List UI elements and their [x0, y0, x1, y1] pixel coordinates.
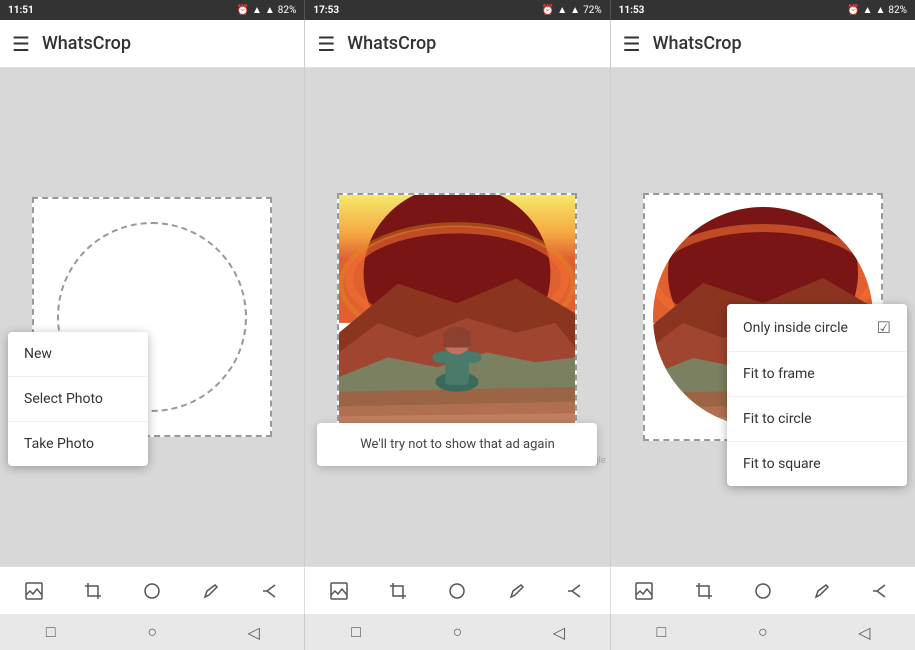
battery-3: 82% — [888, 5, 907, 16]
status-bar-2: 17:53 ⏰ ▲ ▲ 72% — [305, 0, 610, 20]
option-fit-to-circle[interactable]: Fit to circle — [727, 397, 907, 442]
signal-icon-2: ▲ — [557, 5, 567, 16]
tool-circle-3[interactable] — [748, 576, 778, 606]
option-label-2: Fit to frame — [743, 366, 815, 382]
bottom-nav-section-2: □ ○ ◁ — [305, 614, 610, 650]
tool-image-1[interactable] — [19, 576, 49, 606]
ad-notice[interactable]: We'll try not to show that ad again — [317, 423, 597, 466]
menu-icon-3[interactable]: ☰ — [623, 32, 641, 56]
time-1: 11:51 — [8, 5, 34, 16]
nav-square-1[interactable]: □ — [39, 620, 63, 644]
time-3: 11:53 — [619, 5, 645, 16]
ad-notice-text: We'll try not to show that ad again — [360, 437, 555, 452]
bottom-toolbar-section-2 — [305, 567, 610, 614]
menu-item-take-photo[interactable]: Take Photo — [8, 422, 148, 466]
toolbar-1: ☰ WhatsCrop — [0, 20, 304, 68]
icons-1: ⏰ ▲ ▲ 82% — [236, 5, 296, 16]
option-fit-to-frame[interactable]: Fit to frame — [727, 352, 907, 397]
panels-wrapper: ☰ WhatsCrop New Select Photo Take Photo — [0, 20, 915, 566]
panel-3: ☰ WhatsCrop — [611, 20, 915, 566]
option-label-4: Fit to square — [743, 456, 821, 472]
alarm-icon-3: ⏰ — [847, 5, 859, 16]
app-title-3: WhatsCrop — [653, 33, 742, 54]
status-bars: 11:51 ⏰ ▲ ▲ 82% 17:53 ⏰ ▲ ▲ 72% 11:53 ⏰ … — [0, 0, 915, 20]
nav-square-2[interactable]: □ — [344, 620, 368, 644]
nav-square-3[interactable]: □ — [649, 620, 673, 644]
option-label-3: Fit to circle — [743, 411, 812, 427]
tool-pen-3[interactable] — [807, 576, 837, 606]
nav-back-1[interactable]: ◁ — [242, 620, 266, 644]
nav-back-3[interactable]: ◁ — [852, 620, 876, 644]
time-2: 17:53 — [313, 5, 339, 16]
alarm-icon-1: ⏰ — [236, 5, 248, 16]
nav-circle-3[interactable]: ○ — [751, 620, 775, 644]
alarm-icon-2: ⏰ — [542, 5, 554, 16]
signal-icon-3: ▲ — [863, 5, 873, 16]
tool-pen-2[interactable] — [502, 576, 532, 606]
tool-crop-2[interactable] — [383, 576, 413, 606]
menu-item-new[interactable]: New — [8, 332, 148, 377]
tool-circle-1[interactable] — [137, 576, 167, 606]
toolbar-2: ☰ WhatsCrop — [305, 20, 609, 68]
panel-1: ☰ WhatsCrop New Select Photo Take Photo — [0, 20, 305, 566]
options-menu: Only inside circle ☑ Fit to frame Fit to… — [727, 304, 907, 486]
battery-1: 82% — [278, 5, 297, 16]
option-fit-to-square[interactable]: Fit to square — [727, 442, 907, 486]
bottom-nav-section-3: □ ○ ◁ — [611, 614, 915, 650]
check-icon-1: ☑ — [877, 318, 891, 337]
option-label-1: Only inside circle — [743, 320, 848, 336]
landscape-image-2 — [339, 195, 575, 439]
nav-circle-1[interactable]: ○ — [140, 620, 164, 644]
tool-image-2[interactable] — [324, 576, 354, 606]
bottom-toolbar — [0, 566, 915, 614]
wifi-icon-1: ▲ — [265, 5, 275, 16]
wifi-icon-3: ▲ — [876, 5, 886, 16]
nav-back-2[interactable]: ◁ — [547, 620, 571, 644]
tool-share-1[interactable] — [256, 576, 286, 606]
status-bar-1: 11:51 ⏰ ▲ ▲ 82% — [0, 0, 305, 20]
bottom-nav-section-1: □ ○ ◁ — [0, 614, 305, 650]
panel-2: ☰ WhatsCrop — [305, 20, 610, 566]
canvas-1: New Select Photo Take Photo — [0, 68, 304, 566]
bottom-toolbar-section-3 — [611, 567, 915, 614]
tool-pen-1[interactable] — [196, 576, 226, 606]
bottom-toolbar-section-1 — [0, 567, 305, 614]
canvas-3: Only inside circle ☑ Fit to frame Fit to… — [611, 68, 915, 566]
outer-frame-2 — [337, 193, 577, 441]
tool-image-3[interactable] — [629, 576, 659, 606]
tool-crop-1[interactable] — [78, 576, 108, 606]
menu-icon-2[interactable]: ☰ — [317, 32, 335, 56]
battery-2: 72% — [583, 5, 602, 16]
tool-share-3[interactable] — [866, 576, 896, 606]
signal-icon-1: ▲ — [252, 5, 262, 16]
app-title-2: WhatsCrop — [347, 33, 436, 54]
tool-share-2[interactable] — [561, 576, 591, 606]
nav-circle-2[interactable]: ○ — [445, 620, 469, 644]
wifi-icon-2: ▲ — [570, 5, 580, 16]
tool-circle-2[interactable] — [442, 576, 472, 606]
menu-icon-1[interactable]: ☰ — [12, 32, 30, 56]
bottom-nav: □ ○ ◁ □ ○ ◁ □ ○ ◁ — [0, 614, 915, 650]
toolbar-3: ☰ WhatsCrop — [611, 20, 915, 68]
status-bar-3: 11:53 ⏰ ▲ ▲ 82% — [611, 0, 915, 20]
option-only-inside-circle[interactable]: Only inside circle ☑ — [727, 304, 907, 352]
icons-3: ⏰ ▲ ▲ 82% — [847, 5, 907, 16]
app-title-1: WhatsCrop — [42, 33, 131, 54]
menu-item-select-photo[interactable]: Select Photo — [8, 377, 148, 422]
tool-crop-3[interactable] — [689, 576, 719, 606]
icons-2: ⏰ ▲ ▲ 72% — [542, 5, 602, 16]
canvas-2: We'll try not to show that ad again powe… — [305, 68, 609, 566]
context-menu: New Select Photo Take Photo — [8, 332, 148, 466]
